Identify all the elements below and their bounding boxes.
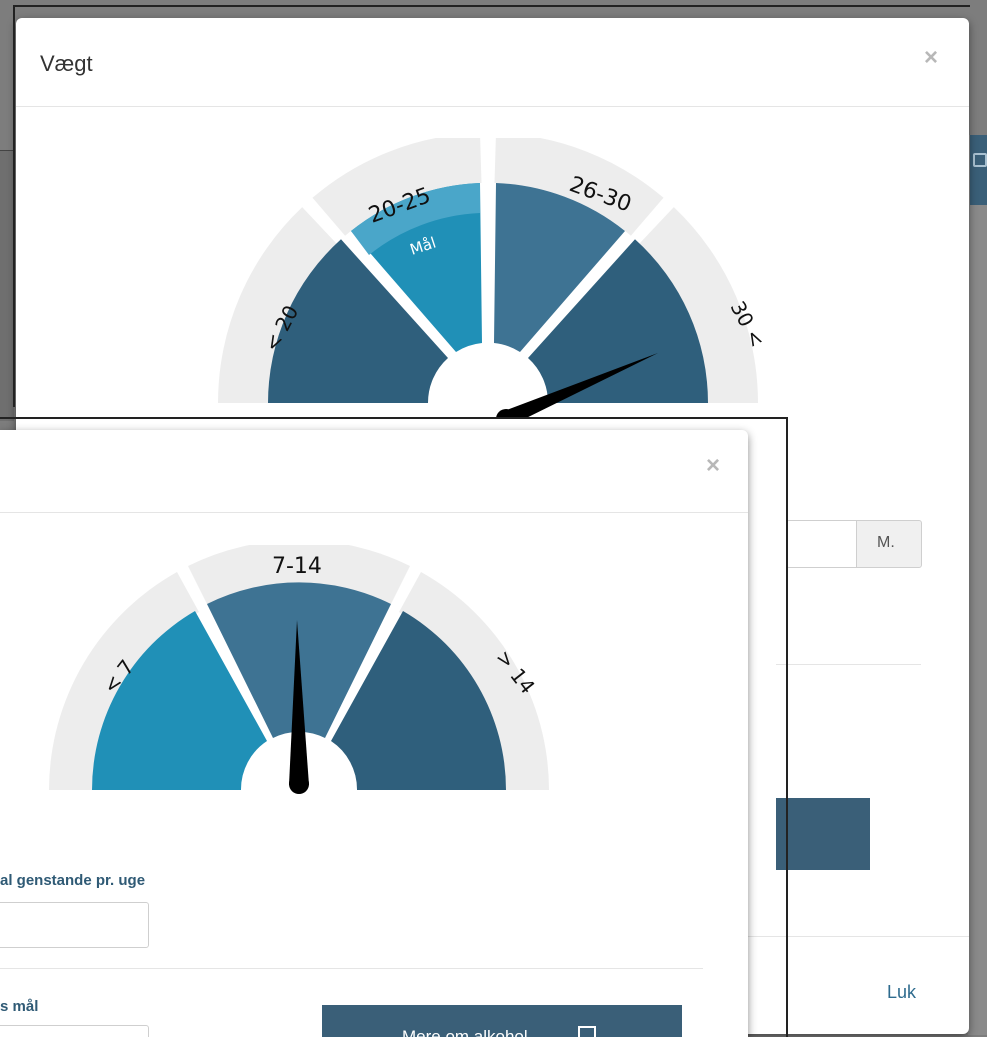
alcohol-needle-base: [289, 774, 309, 794]
alcohol-units-label: al genstande pr. uge: [0, 872, 146, 889]
background-save-button[interactable]: [970, 135, 987, 205]
weight-unit-addon: M.: [856, 520, 922, 568]
weight-close-button[interactable]: Luk: [887, 982, 916, 1003]
alcohol-goal-input[interactable]: [0, 1025, 149, 1037]
weight-modal-title: Vægt: [40, 51, 93, 76]
alcohol-body-divider: [0, 968, 703, 969]
background-right-strip: [968, 135, 987, 1035]
alcohol-label-mid: 7-14: [272, 554, 322, 579]
alcohol-modal: × < 7 7-14 > 14 al genstande pr. uge s m…: [0, 430, 748, 1037]
alcohol-goal-label: s mål: [0, 998, 39, 1015]
weight-gauge: < 20 20-25 Mål 26-30 30 <: [218, 138, 770, 418]
weight-body-divider: [776, 664, 921, 665]
external-link-icon: [578, 1026, 596, 1037]
weight-close-icon[interactable]: ×: [924, 46, 938, 70]
alcohol-header-divider: [0, 512, 748, 513]
alcohol-more-button-label: Mere om alkohol: [402, 1027, 528, 1037]
alcohol-units-input[interactable]: [0, 902, 149, 948]
alcohol-close-icon[interactable]: ×: [706, 454, 720, 478]
weight-header-divider: [16, 106, 969, 107]
weight-unit-label: M.: [877, 534, 895, 551]
weight-input[interactable]: [786, 520, 857, 568]
alcohol-more-button[interactable]: Mere om alkohol: [322, 1005, 682, 1037]
save-icon: [973, 153, 987, 167]
background-white-strip: [0, 150, 14, 421]
weight-more-button[interactable]: [776, 798, 870, 870]
alcohol-gauge: < 7 7-14 > 14: [49, 545, 549, 795]
